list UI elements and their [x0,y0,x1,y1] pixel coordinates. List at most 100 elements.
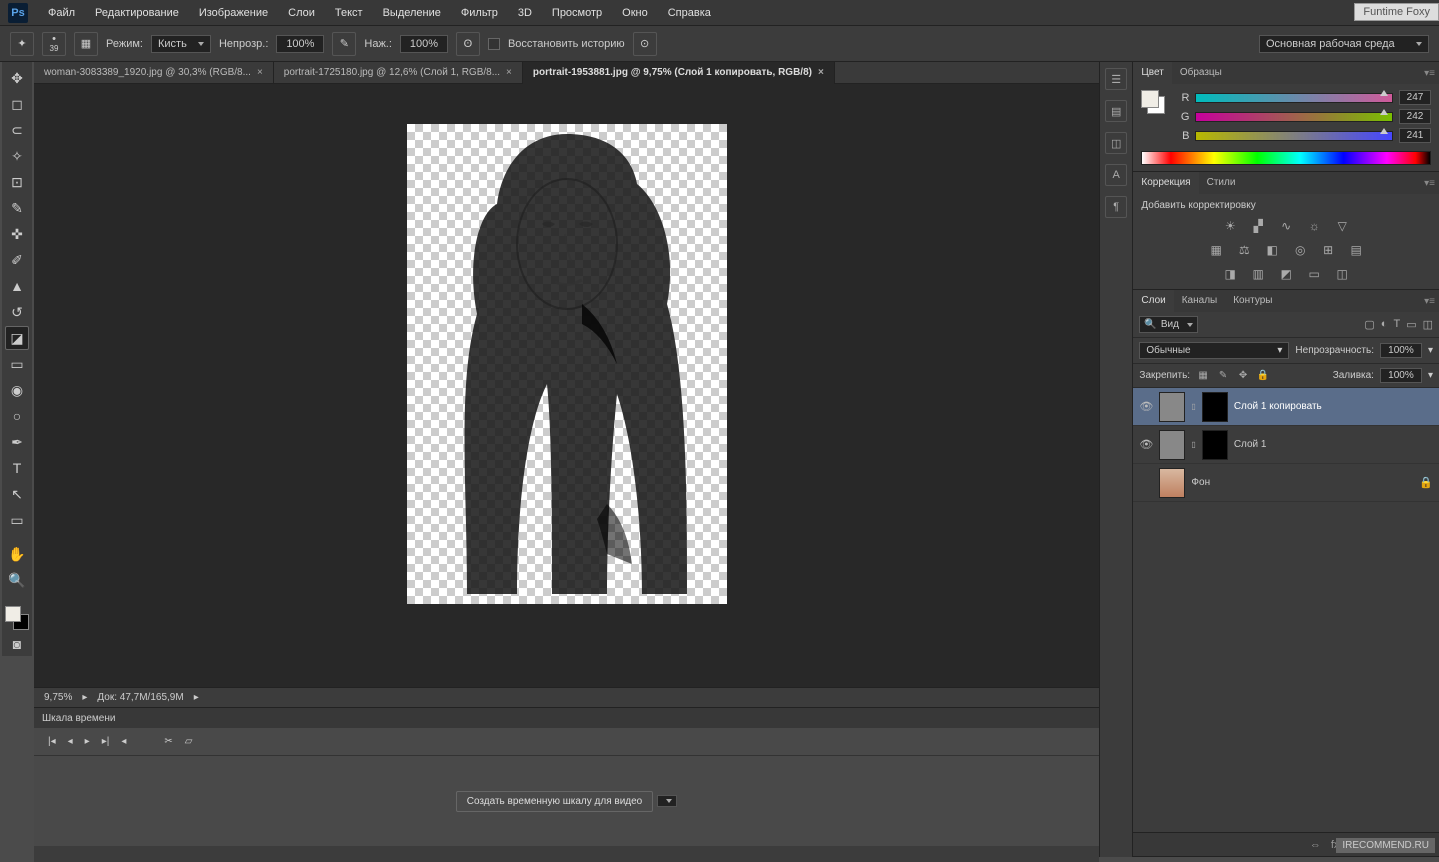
tl-next-icon[interactable]: ▸| [102,736,110,747]
hue-icon[interactable]: ▦ [1206,241,1226,259]
layer-item[interactable]: Фон🔒 [1133,464,1439,502]
threshold-icon[interactable]: ◩ [1276,265,1296,283]
panel-menu-icon[interactable]: ▾≡ [1424,68,1435,79]
panel-menu-icon[interactable]: ▾≡ [1424,178,1435,189]
tab-paths[interactable]: Контуры [1225,290,1280,312]
layer-item[interactable]: 👁▯Слой 1 [1133,426,1439,464]
gradmap-icon[interactable]: ▭ [1304,265,1324,283]
close-icon[interactable]: × [506,62,512,84]
airbrush-icon[interactable]: ʘ [456,32,480,56]
layer-item[interactable]: 👁▯Слой 1 копировать [1133,388,1439,426]
zoom-level[interactable]: 9,75% [44,692,72,703]
poster-icon[interactable]: ▥ [1248,265,1268,283]
tab-styles[interactable]: Стили [1199,172,1244,194]
tl-last-icon[interactable]: ◂ [121,736,126,747]
brush-preview-icon[interactable]: •39 [42,32,66,56]
invert-icon[interactable]: ◨ [1220,265,1240,283]
r-slider[interactable] [1195,93,1393,103]
tl-trans-icon[interactable]: ▱ [185,736,193,747]
levels-icon[interactable]: ▞ [1248,217,1268,235]
color-fgbg[interactable] [1141,90,1165,114]
eyedropper-tool-icon[interactable]: ✎ [5,196,29,220]
tl-prev-icon[interactable]: ◂ [68,736,73,747]
filter-kind-dropdown[interactable]: 🔍 Вид [1139,316,1198,333]
zoom-tool-icon[interactable]: 🔍 [5,568,29,592]
menu-view[interactable]: Просмотр [542,0,612,26]
mask-thumb[interactable] [1202,392,1228,422]
tool-preset-icon[interactable]: ✦ [10,32,34,56]
gradient-tool-icon[interactable]: ▭ [5,352,29,376]
g-value[interactable]: 242 [1399,109,1431,124]
lock-transparent-icon[interactable]: ▦ [1196,370,1210,381]
path-tool-icon[interactable]: ↖ [5,482,29,506]
crop-tool-icon[interactable]: ⊡ [5,170,29,194]
tab-layers[interactable]: Слои [1133,290,1173,312]
filter-smart-icon[interactable]: ◫ [1423,318,1433,331]
brush-tool-icon[interactable]: ✐ [5,248,29,272]
doc-tab[interactable]: portrait-1953881.jpg @ 9,75% (Слой 1 коп… [523,62,835,84]
wand-tool-icon[interactable]: ✧ [5,144,29,168]
b-value[interactable]: 241 [1399,128,1431,143]
tl-play-icon[interactable]: ▸ [85,736,90,747]
close-icon[interactable]: × [818,62,824,84]
color-swatch[interactable] [5,606,29,630]
visibility-icon[interactable]: 👁 [1139,400,1153,413]
tablet-pressure-icon[interactable]: ⊙ [633,32,657,56]
history-brush-tool-icon[interactable]: ↺ [5,300,29,324]
layer-opacity-input[interactable]: 100% [1380,343,1422,358]
menu-file[interactable]: Файл [38,0,85,26]
menu-3d[interactable]: 3D [508,0,542,26]
blur-tool-icon[interactable]: ◉ [5,378,29,402]
workspace-dropdown[interactable]: Основная рабочая среда [1259,35,1429,53]
visibility-icon[interactable]: 👁 [1139,438,1153,451]
filter-adjust-icon[interactable]: ◐ [1381,318,1388,331]
doc-tab[interactable]: portrait-1725180.jpg @ 12,6% (Слой 1, RG… [274,62,523,84]
character-icon[interactable]: A [1105,164,1127,186]
marquee-tool-icon[interactable]: ◻ [5,92,29,116]
blend-mode-dropdown[interactable]: Обычные▾ [1139,342,1289,359]
timeline-type-dropdown[interactable] [657,795,677,807]
filter-image-icon[interactable]: ▢ [1364,318,1374,331]
opacity-input[interactable]: 100% [276,35,324,53]
flow-input[interactable]: 100% [400,35,448,53]
menu-text[interactable]: Текст [325,0,373,26]
properties-icon[interactable]: ◫ [1105,132,1127,154]
history-icon[interactable]: ☰ [1105,68,1127,90]
hand-tool-icon[interactable]: ✋ [5,542,29,566]
menu-edit[interactable]: Редактирование [85,0,189,26]
paragraph-icon[interactable]: ¶ [1105,196,1127,218]
bw-icon[interactable]: ◧ [1262,241,1282,259]
tab-channels[interactable]: Каналы [1174,290,1226,312]
menu-layers[interactable]: Слои [278,0,325,26]
stamp-tool-icon[interactable]: ▲ [5,274,29,298]
shape-tool-icon[interactable]: ▭ [5,508,29,532]
lock-all-icon[interactable]: 🔒 [1256,370,1270,381]
tab-color[interactable]: Цвет [1133,62,1171,84]
tl-cut-icon[interactable]: ✂ [164,736,172,747]
panel-menu-icon[interactable]: ▾≡ [1424,296,1435,307]
curves-icon[interactable]: ∿ [1276,217,1296,235]
tl-first-icon[interactable]: |◂ [48,736,56,747]
layer-fill-input[interactable]: 100% [1380,368,1422,383]
g-slider[interactable] [1195,112,1393,122]
mixer-icon[interactable]: ⊞ [1318,241,1338,259]
move-tool-icon[interactable]: ✥ [5,66,29,90]
layer-thumb[interactable] [1159,430,1185,460]
brush-panel-icon[interactable]: ▦ [74,32,98,56]
actions-icon[interactable]: ▤ [1105,100,1127,122]
quickmask-icon[interactable]: ◙ [5,632,29,656]
mode-dropdown[interactable]: Кисть [151,35,211,53]
heal-tool-icon[interactable]: ✜ [5,222,29,246]
tab-swatches[interactable]: Образцы [1172,62,1230,84]
filter-shape-icon[interactable]: ▭ [1406,318,1416,331]
lock-position-icon[interactable]: ✥ [1236,370,1250,381]
menu-select[interactable]: Выделение [373,0,451,26]
pen-tool-icon[interactable]: ✒ [5,430,29,454]
selective-icon[interactable]: ◫ [1332,265,1352,283]
type-tool-icon[interactable]: T [5,456,29,480]
doc-tab[interactable]: woman-3083389_1920.jpg @ 30,3% (RGB/8...… [34,62,274,84]
balance-icon[interactable]: ⚖ [1234,241,1254,259]
tab-adjustments[interactable]: Коррекция [1133,172,1198,194]
layer-thumb[interactable] [1159,468,1185,498]
menu-filter[interactable]: Фильтр [451,0,508,26]
